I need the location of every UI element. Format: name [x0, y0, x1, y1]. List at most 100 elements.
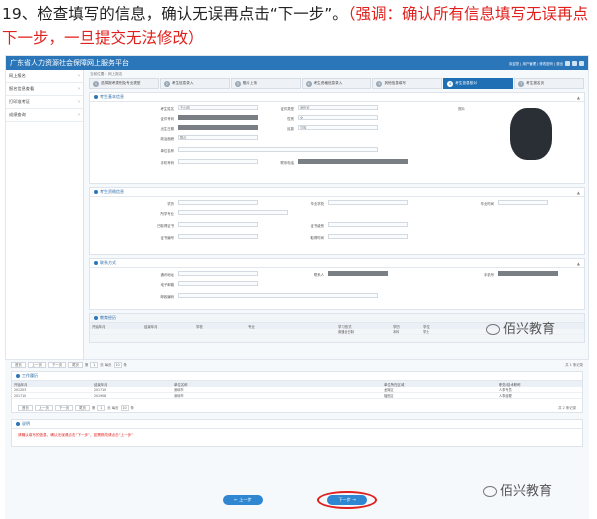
field-label: 毕业学校 [310, 202, 324, 206]
cert-date-field [328, 234, 408, 239]
education-field [178, 200, 258, 205]
prev-page-button[interactable]: 上一页 [27, 361, 46, 368]
notice-text: 请确认填写的信息，确认无误请点击“下一步”，如需修改请点击“上一步” [18, 433, 134, 437]
sidebar-item-label: 报名信息查看 [9, 86, 35, 91]
page-text: 页 每页 [100, 363, 112, 367]
id-type-field: 身份证 [298, 105, 378, 110]
table-cell: 201710 [94, 387, 107, 392]
per-page-input[interactable]: 10 [120, 404, 129, 411]
collapse-icon[interactable]: ▲ [577, 261, 580, 266]
watermark: 佰兴教育 [486, 318, 555, 337]
column-header: 单位名称 [174, 382, 188, 387]
column-header: 学习形式 [338, 324, 352, 329]
chevron-right-icon: › [78, 86, 80, 92]
breadcrumb: 当前位置：网上报名 [90, 72, 123, 76]
field-label: 联系电话 [280, 161, 294, 165]
step-label: 考生信息核对 [455, 81, 477, 85]
section-icon [94, 190, 98, 194]
section-icon [94, 316, 98, 320]
gender-field: 女 [298, 115, 378, 120]
collapse-icon[interactable]: ▲ [577, 95, 580, 100]
column-header: 学校 [196, 324, 203, 329]
section-icon [94, 261, 98, 265]
last-page-button[interactable]: 尾页 [68, 361, 83, 368]
table-row: 201710 201908 深圳市 福田区 人事经理 [12, 393, 582, 399]
panel-header[interactable]: 工作履历 [12, 372, 582, 381]
home-icon[interactable] [565, 60, 570, 66]
page-text: 第 [91, 406, 96, 410]
field-label: 电子邮箱 [160, 283, 174, 287]
caption-text: 19、检查填写的信息，确认无误再点击“下一步”。 [2, 5, 348, 23]
school-field [328, 200, 408, 205]
field-label: 证书级别 [310, 224, 324, 228]
help-icon[interactable] [572, 60, 577, 66]
field-label: 民族 [287, 127, 294, 131]
screenshot-panel: 广东省人力资源社会保障网上服务平台 欢迎您 | 用户管理 | 修改密码 | 退出… [5, 55, 589, 360]
table-cell: 201203 [14, 387, 27, 392]
field-label: 手机号 [483, 273, 494, 277]
sidebar-item-view[interactable]: 报名信息查看 › [6, 83, 83, 96]
sidebar-item-score[interactable]: 成绩查询 › [6, 109, 83, 122]
column-header: 学历 [393, 324, 400, 329]
field-label: 学历 [167, 202, 174, 206]
step-buttons: ← 上一步 下一步 → [5, 491, 589, 511]
table-cell: 普通全日制 [338, 330, 354, 334]
contact-panel: 联系方式 ▲ 通讯地址 联系人 手机号 电子邮箱 邮政编码 [89, 258, 585, 310]
panel-header[interactable]: 联系方式 ▲ [90, 259, 584, 268]
panel-header: 说明 [12, 420, 582, 429]
first-page-button[interactable]: 首页 [11, 361, 26, 368]
step-number: 3 [234, 80, 241, 87]
ethnicity-field: 汉族 [298, 125, 378, 130]
panel-header[interactable]: 考生基本信息 ▲ [90, 93, 584, 102]
panel-header[interactable]: 考生资格信息 ▲ [90, 188, 584, 197]
page-input[interactable]: 1 [90, 361, 99, 368]
column-header: 职务/技术职称 [499, 382, 521, 387]
politics-field: 群众 [178, 135, 258, 140]
sidebar-item-label: 网上报名 [9, 73, 26, 78]
user-menu[interactable]: 欢迎您 | 用户管理 | 修改密码 | 退出 [509, 61, 563, 66]
notice-panel: 说明 请确认填写的信息，确认无误请点击“下一步”，如需修改请点击“上一步” [11, 419, 583, 447]
email-field [178, 281, 258, 286]
panel-title: 考生资格信息 [100, 189, 124, 194]
instruction-caption: 19、检查填写的信息，确认无误再点击“下一步”。（强调：确认所有信息填写无误再点… [2, 2, 592, 50]
mobile-contact-field [498, 271, 558, 276]
sidebar-item-apply[interactable]: 网上报名 › [6, 70, 83, 83]
section-icon [94, 95, 98, 99]
last-page-button[interactable]: 尾页 [75, 404, 90, 411]
column-header: 专业 [248, 324, 255, 329]
sidebar: 网上报名 › 报名信息查看 › 打印准考证 › 成绩查询 › [6, 70, 84, 359]
first-page-button[interactable]: 首页 [18, 404, 33, 411]
step-number: 7 [518, 80, 525, 87]
column-header: 结束年月 [144, 324, 158, 329]
step-6-active: 6 考生信息核对 [443, 78, 514, 89]
step-label: 照片上传 [242, 81, 258, 85]
section-icon [16, 422, 20, 426]
step-progress: 1 选择报考类别及专业类型 2 考生信息录入 3 照片上传 4 考生资格信息录入 5 其他… [89, 78, 585, 89]
per-page-input[interactable]: 10 [113, 361, 122, 368]
field-label: 联系人 [313, 273, 324, 277]
birthdate-field [178, 125, 258, 130]
table-cell: 201710 [14, 393, 27, 398]
sidebar-item-print[interactable]: 打印准考证 › [6, 96, 83, 109]
prev-step-button[interactable]: ← 上一步 [223, 495, 263, 505]
field-label: 毕业时间 [480, 202, 494, 206]
next-page-button[interactable]: 下一页 [54, 404, 74, 411]
step-4: 4 考生资格信息录入 [301, 78, 372, 89]
step-number: 5 [376, 80, 383, 87]
panel-title: 工作履历 [22, 373, 38, 378]
main-content: 当前位置：网上报名 1 选择报考类别及专业类型 2 考生信息录入 3 照片上传 4 考生… [86, 70, 588, 359]
page-input[interactable]: 1 [97, 404, 106, 411]
prev-page-button[interactable]: 上一页 [34, 404, 53, 411]
mobile-field [178, 159, 258, 164]
table-cell: 人事专员 [499, 388, 512, 392]
logout-icon[interactable] [579, 60, 584, 66]
table-cell: 人事经理 [499, 394, 512, 398]
chevron-right-icon: › [78, 99, 80, 105]
column-header: 单位所在区域 [384, 382, 405, 387]
panel-title: 考生基本信息 [100, 94, 124, 99]
next-page-button[interactable]: 下一页 [47, 361, 67, 368]
step-7: 7 考生报名页 [514, 78, 585, 89]
step-3: 3 照片上传 [230, 78, 301, 89]
collapse-icon[interactable]: ▲ [577, 190, 580, 195]
chevron-right-icon: › [78, 112, 80, 118]
